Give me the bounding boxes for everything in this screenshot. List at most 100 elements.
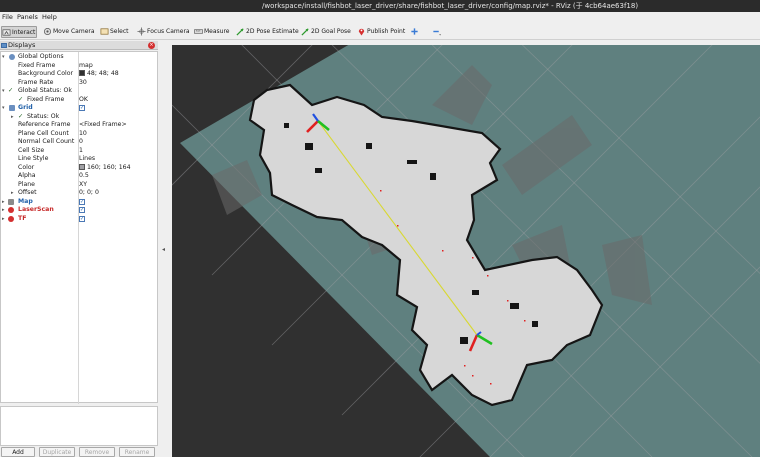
global-status-label: Global Status: Ok <box>18 87 72 94</box>
gear-icon <box>9 54 15 60</box>
pose-estimate-tool[interactable]: 2D Pose Estimate <box>236 26 299 38</box>
description-area <box>0 406 158 446</box>
displays-title: Displays <box>8 41 36 49</box>
expand-arrow-icon[interactable]: ▸ <box>2 198 5 207</box>
render-viewport[interactable] <box>172 45 760 457</box>
plane-cell-count-row[interactable]: Plane Cell Count 10 <box>1 130 157 139</box>
displays-panel-header: Displays × <box>0 41 158 50</box>
cell-size-label: Cell Size <box>18 146 45 154</box>
map-scene <box>172 45 760 457</box>
expand-arrow-icon[interactable]: ▸ <box>11 189 14 198</box>
display-buttons: Add Duplicate Remove Rename <box>0 447 158 457</box>
title-bar: /workspace/install/fishbot_laser_driver/… <box>0 0 760 12</box>
reference-frame-value[interactable]: <Fixed Frame> <box>79 121 127 130</box>
grid-icon <box>9 105 15 111</box>
ruler-icon <box>194 29 203 34</box>
tf-enabled-checkbox[interactable]: ✓ <box>79 215 85 222</box>
tf-display-row[interactable]: ▸ TF ✓ <box>1 215 157 224</box>
panel-splitter[interactable]: ◂ <box>158 41 172 457</box>
laser-scan-display-row[interactable]: ▸ LaserScan ✓ <box>1 206 157 215</box>
laser-scan-label: LaserScan <box>18 206 54 213</box>
interact-label: Interact <box>12 29 36 36</box>
plane-value[interactable]: XY <box>79 181 87 190</box>
line-style-row[interactable]: Line Style Lines <box>1 155 157 164</box>
line-style-value[interactable]: Lines <box>79 155 95 164</box>
error-icon <box>8 215 14 222</box>
focus-camera-tool[interactable]: Focus Camera <box>137 26 190 38</box>
global-options-label: Global Options <box>18 53 64 60</box>
collapse-arrow-icon[interactable]: ▾ <box>2 87 5 96</box>
collapse-arrow-icon[interactable]: ▾ <box>2 53 5 62</box>
select-tool[interactable]: Select <box>100 26 129 38</box>
focus-camera-label: Focus Camera <box>147 28 190 35</box>
focus-camera-icon <box>137 27 146 36</box>
reference-frame-row[interactable]: Reference Frame <Fixed Frame> <box>1 121 157 130</box>
menu-help[interactable]: Help <box>42 12 57 23</box>
tool-bar: Interact Move Camera Select Focus Camera… <box>0 24 760 40</box>
minus-icon <box>433 30 441 36</box>
alpha-label: Alpha <box>18 172 36 179</box>
map-enabled-checkbox[interactable]: ✓ <box>79 198 85 205</box>
line-style-label: Line Style <box>18 155 49 162</box>
background-color-row[interactable]: Background Color 48; 48; 48 <box>1 70 157 79</box>
grid-status-row[interactable]: ▸ ✓ Status: Ok <box>1 113 157 122</box>
fixed-frame-row[interactable]: Fixed Frame map <box>1 62 157 71</box>
expand-arrow-icon[interactable]: ▸ <box>2 215 5 224</box>
select-icon <box>100 28 109 35</box>
offset-value[interactable]: 0; 0; 0 <box>79 189 99 198</box>
global-options-row[interactable]: ▾ Global Options <box>1 53 157 62</box>
collapse-left-icon[interactable]: ◂ <box>162 246 165 253</box>
plus-icon <box>411 28 418 35</box>
goal-pose-tool[interactable]: 2D Goal Pose <box>301 26 351 38</box>
fixed-frame-status-row[interactable]: ✓ Fixed Frame OK <box>1 96 157 105</box>
move-camera-icon <box>43 27 52 36</box>
cell-size-row[interactable]: Cell Size 1 <box>1 147 157 156</box>
color-swatch <box>79 70 85 76</box>
pose-estimate-arrow-icon <box>236 28 244 36</box>
normal-cell-count-value[interactable]: 0 <box>79 138 83 147</box>
frame-rate-row[interactable]: Frame Rate 30 <box>1 79 157 88</box>
normal-cell-count-row[interactable]: Normal Cell Count 0 <box>1 138 157 147</box>
grid-status-label: Status: Ok <box>27 112 60 120</box>
rename-button[interactable]: Rename <box>119 447 155 457</box>
map-display-row[interactable]: ▸ Map ✓ <box>1 198 157 207</box>
color-swatch <box>79 163 85 170</box>
check-icon: ✓ <box>18 95 24 103</box>
offset-row[interactable]: ▸ Offset 0; 0; 0 <box>1 189 157 198</box>
measure-tool[interactable]: Measure <box>194 26 230 38</box>
alpha-row[interactable]: Alpha 0.5 <box>1 172 157 181</box>
color-value[interactable]: 160; 160; 164 <box>79 163 131 173</box>
fixed-frame-value[interactable]: map <box>79 62 93 71</box>
error-icon <box>8 207 14 213</box>
publish-point-tool[interactable]: Publish Point <box>357 26 405 38</box>
expand-arrow-icon[interactable]: ▸ <box>11 113 14 122</box>
plane-row[interactable]: Plane XY <box>1 181 157 190</box>
laser-scan-enabled-checkbox[interactable]: ✓ <box>79 207 85 213</box>
add-tool-button[interactable] <box>410 26 420 38</box>
frame-rate-value[interactable]: 30 <box>79 79 87 88</box>
remove-button[interactable]: Remove <box>79 447 115 457</box>
cell-size-value[interactable]: 1 <box>79 147 83 156</box>
close-icon[interactable]: × <box>148 42 155 49</box>
window-title: /workspace/install/fishbot_laser_driver/… <box>262 2 639 10</box>
expand-arrow-icon[interactable]: ▸ <box>2 206 5 215</box>
normal-cell-count-label: Normal Cell Count <box>18 138 75 145</box>
duplicate-button[interactable]: Duplicate <box>39 447 75 457</box>
global-status-row[interactable]: ▾ ✓ Global Status: Ok <box>1 87 157 96</box>
alpha-value[interactable]: 0.5 <box>79 172 89 181</box>
background-color-value[interactable]: 48; 48; 48 <box>79 70 119 79</box>
move-camera-tool[interactable]: Move Camera <box>43 26 95 38</box>
collapse-arrow-icon[interactable]: ▾ <box>2 104 5 113</box>
tf-label: TF <box>18 214 27 222</box>
menu-panels[interactable]: Panels <box>17 12 38 23</box>
menu-file[interactable]: File <box>2 12 13 23</box>
grid-enabled-checkbox[interactable]: ✓ <box>79 105 85 111</box>
plane-cell-count-value[interactable]: 10 <box>79 130 87 139</box>
map-pin-icon <box>358 28 365 36</box>
interact-tool[interactable]: Interact <box>1 26 37 38</box>
color-row[interactable]: Color 160; 160; 164 <box>1 163 157 173</box>
add-button[interactable]: Add <box>1 447 35 457</box>
grid-row[interactable]: ▾ Grid ✓ <box>1 104 157 113</box>
remove-tool-button[interactable] <box>432 26 444 38</box>
publish-point-label: Publish Point <box>367 28 406 35</box>
